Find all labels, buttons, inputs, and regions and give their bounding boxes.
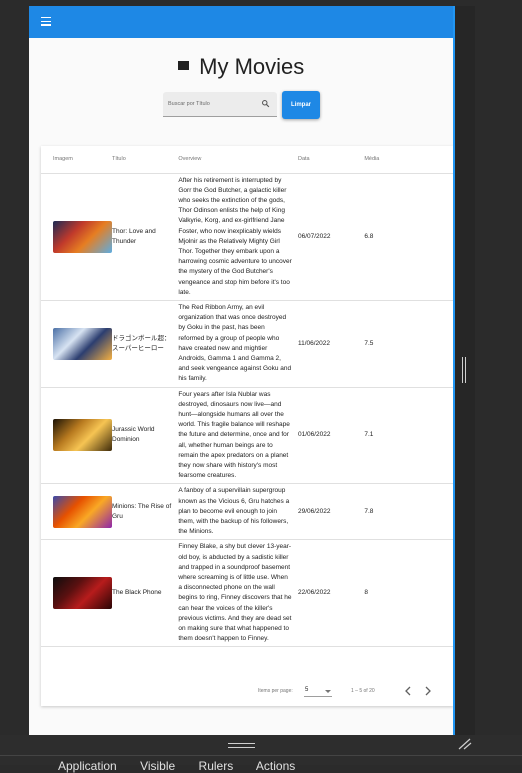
movie-title: Jurassic World Dominion [112, 387, 179, 485]
column-header-date[interactable]: Data [297, 146, 365, 174]
tab-application[interactable]: Application [58, 759, 117, 773]
movies-table: Imagem Título Overview Data Média Thor: … [41, 146, 453, 648]
paginator: Items per page: 5 1 – 5 of 20 [41, 677, 453, 706]
movie-overview: Four years after Isla Nublar was destroy… [178, 387, 298, 485]
movie-poster-image [53, 220, 112, 253]
panel-drag-handle[interactable] [228, 743, 255, 748]
table-row[interactable]: The Black Phone Finney Blake, a shy but … [41, 539, 453, 648]
movie-average: 7.8 [364, 483, 453, 541]
app-viewport: My Movies Limpar Imagem Título Overview … [29, 6, 453, 735]
movie-poster-image [53, 327, 112, 360]
movie-date: 11/06/2022 [297, 300, 365, 388]
movie-poster-image [53, 577, 112, 610]
page-title: My Movies [199, 54, 305, 79]
tab-actions[interactable]: Actions [256, 759, 295, 773]
movie-date: 01/06/2022 [297, 387, 365, 485]
table-row[interactable]: ドラゴンボール超：スーパーヒーロー The Red Ribbon Army, a… [41, 300, 453, 388]
column-header-image[interactable]: Imagem [41, 146, 112, 174]
search-field [163, 92, 277, 117]
movie-poster-image [53, 495, 112, 528]
table-row[interactable]: Minions: The Rise of Gru A fanboy of a s… [41, 483, 453, 541]
movies-table-card: Imagem Título Overview Data Média Thor: … [41, 146, 453, 706]
top-toolbar [29, 6, 453, 38]
side-resize-handle[interactable] [462, 357, 466, 383]
previous-page-icon[interactable] [403, 685, 413, 697]
scrollbar-thumb[interactable] [453, 6, 455, 735]
next-page-icon[interactable] [423, 685, 433, 697]
dropdown-arrow-icon [325, 690, 331, 693]
table-row[interactable]: Jurassic World Dominion Four years after… [41, 387, 453, 485]
movie-overview: A fanboy of a supervillain supergroup kn… [178, 483, 298, 541]
movie-date: 29/06/2022 [297, 483, 365, 541]
column-header-average[interactable]: Média [364, 146, 453, 174]
movie-overview: Finney Blake, a shy but clever 13-year-o… [178, 539, 298, 648]
column-header-overview[interactable]: Overview [178, 146, 298, 174]
movie-title: The Black Phone [112, 539, 179, 648]
menu-icon[interactable] [41, 17, 51, 27]
movie-date: 06/07/2022 [297, 173, 365, 301]
resize-grip-icon[interactable] [458, 738, 472, 750]
bottom-tabs: Application Visible Rulers Actions [58, 759, 315, 773]
movie-title: Thor: Love and Thunder [112, 173, 179, 301]
movie-average: 6.8 [364, 173, 453, 301]
movie-average: 7.5 [364, 300, 453, 388]
tab-rulers[interactable]: Rulers [199, 759, 234, 773]
movie-overview: The Red Ribbon Army, an evil organizatio… [178, 300, 298, 388]
devtools-bottom-panel: Application Visible Rulers Actions [0, 735, 522, 773]
search-input[interactable] [168, 97, 253, 111]
column-header-title[interactable]: Título [112, 146, 179, 174]
clear-button[interactable]: Limpar [282, 91, 320, 119]
page-heading: My Movies [29, 54, 453, 80]
tab-visible[interactable]: Visible [140, 759, 175, 773]
items-per-page-label: Items per page: [258, 688, 293, 694]
movie-clapperboard-icon [177, 60, 189, 70]
movie-title: Minions: The Rise of Gru [112, 483, 179, 541]
page-size-value: 5 [305, 687, 309, 693]
movie-poster-image [53, 419, 112, 452]
movie-overview: After his retirement is interrupted by G… [178, 173, 298, 301]
table-row[interactable]: Thor: Love and Thunder After his retirem… [41, 173, 453, 301]
movie-title: ドラゴンボール超：スーパーヒーロー [112, 300, 179, 388]
movie-average: 8 [364, 539, 453, 648]
table-header-row: Imagem Título Overview Data Média [41, 146, 453, 174]
page-size-select[interactable]: 5 [304, 685, 332, 697]
movie-date: 22/06/2022 [297, 539, 365, 648]
search-icon[interactable] [261, 99, 270, 108]
page-range-label: 1 – 5 of 20 [351, 688, 375, 694]
movie-average: 7.1 [364, 387, 453, 485]
